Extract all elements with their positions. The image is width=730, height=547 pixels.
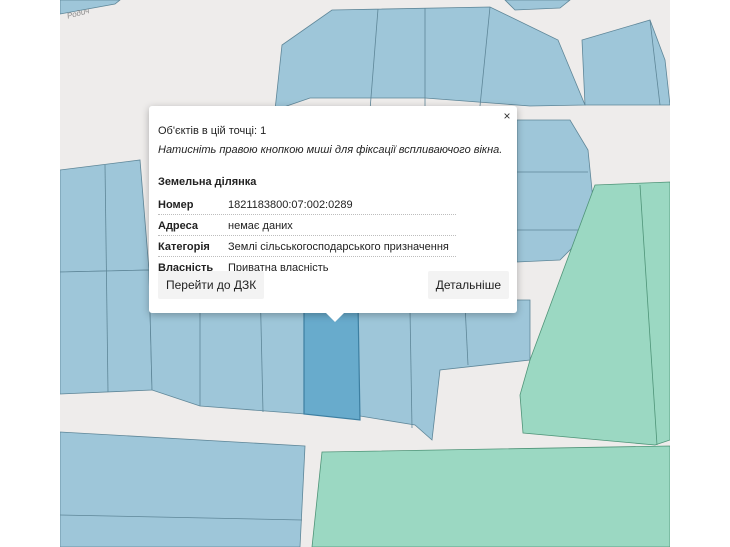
property-key: Категорія [158, 240, 210, 253]
close-icon[interactable]: × [502, 110, 512, 122]
property-row: Номер 1821183800:07:002:0289 [158, 195, 456, 215]
property-row: Категорія Землі сільськогосподарського п… [158, 237, 456, 257]
property-value: немає даних [228, 219, 293, 232]
popup-tip [325, 312, 345, 322]
property-value: Землі сільськогосподарського призначення [228, 240, 449, 253]
go-to-dzk-button[interactable]: Перейти до ДЗК [158, 271, 265, 299]
parcel[interactable] [60, 269, 153, 395]
parcel-title: Земельна ділянка [158, 176, 257, 188]
parcel[interactable] [60, 431, 306, 547]
details-button[interactable]: Детальніше [427, 271, 509, 299]
forest-area[interactable] [311, 445, 670, 547]
property-value: 1821183800:07:002:0289 [228, 198, 353, 211]
properties-table: Номер 1821183800:07:002:0289 Адреса нема… [158, 195, 456, 278]
parcel[interactable] [60, 159, 150, 273]
property-key: Номер [158, 198, 194, 211]
objects-count: Об'єктів в цій точці: 1 [158, 125, 267, 137]
feature-popup[interactable]: × Об'єктів в цій точці: 1 Натисніть прав… [149, 106, 517, 322]
pin-hint: Натисніть правою кнопкою миші для фіксац… [158, 144, 503, 156]
property-key: Адреса [158, 219, 198, 232]
property-row: Адреса немає даних [158, 216, 456, 236]
